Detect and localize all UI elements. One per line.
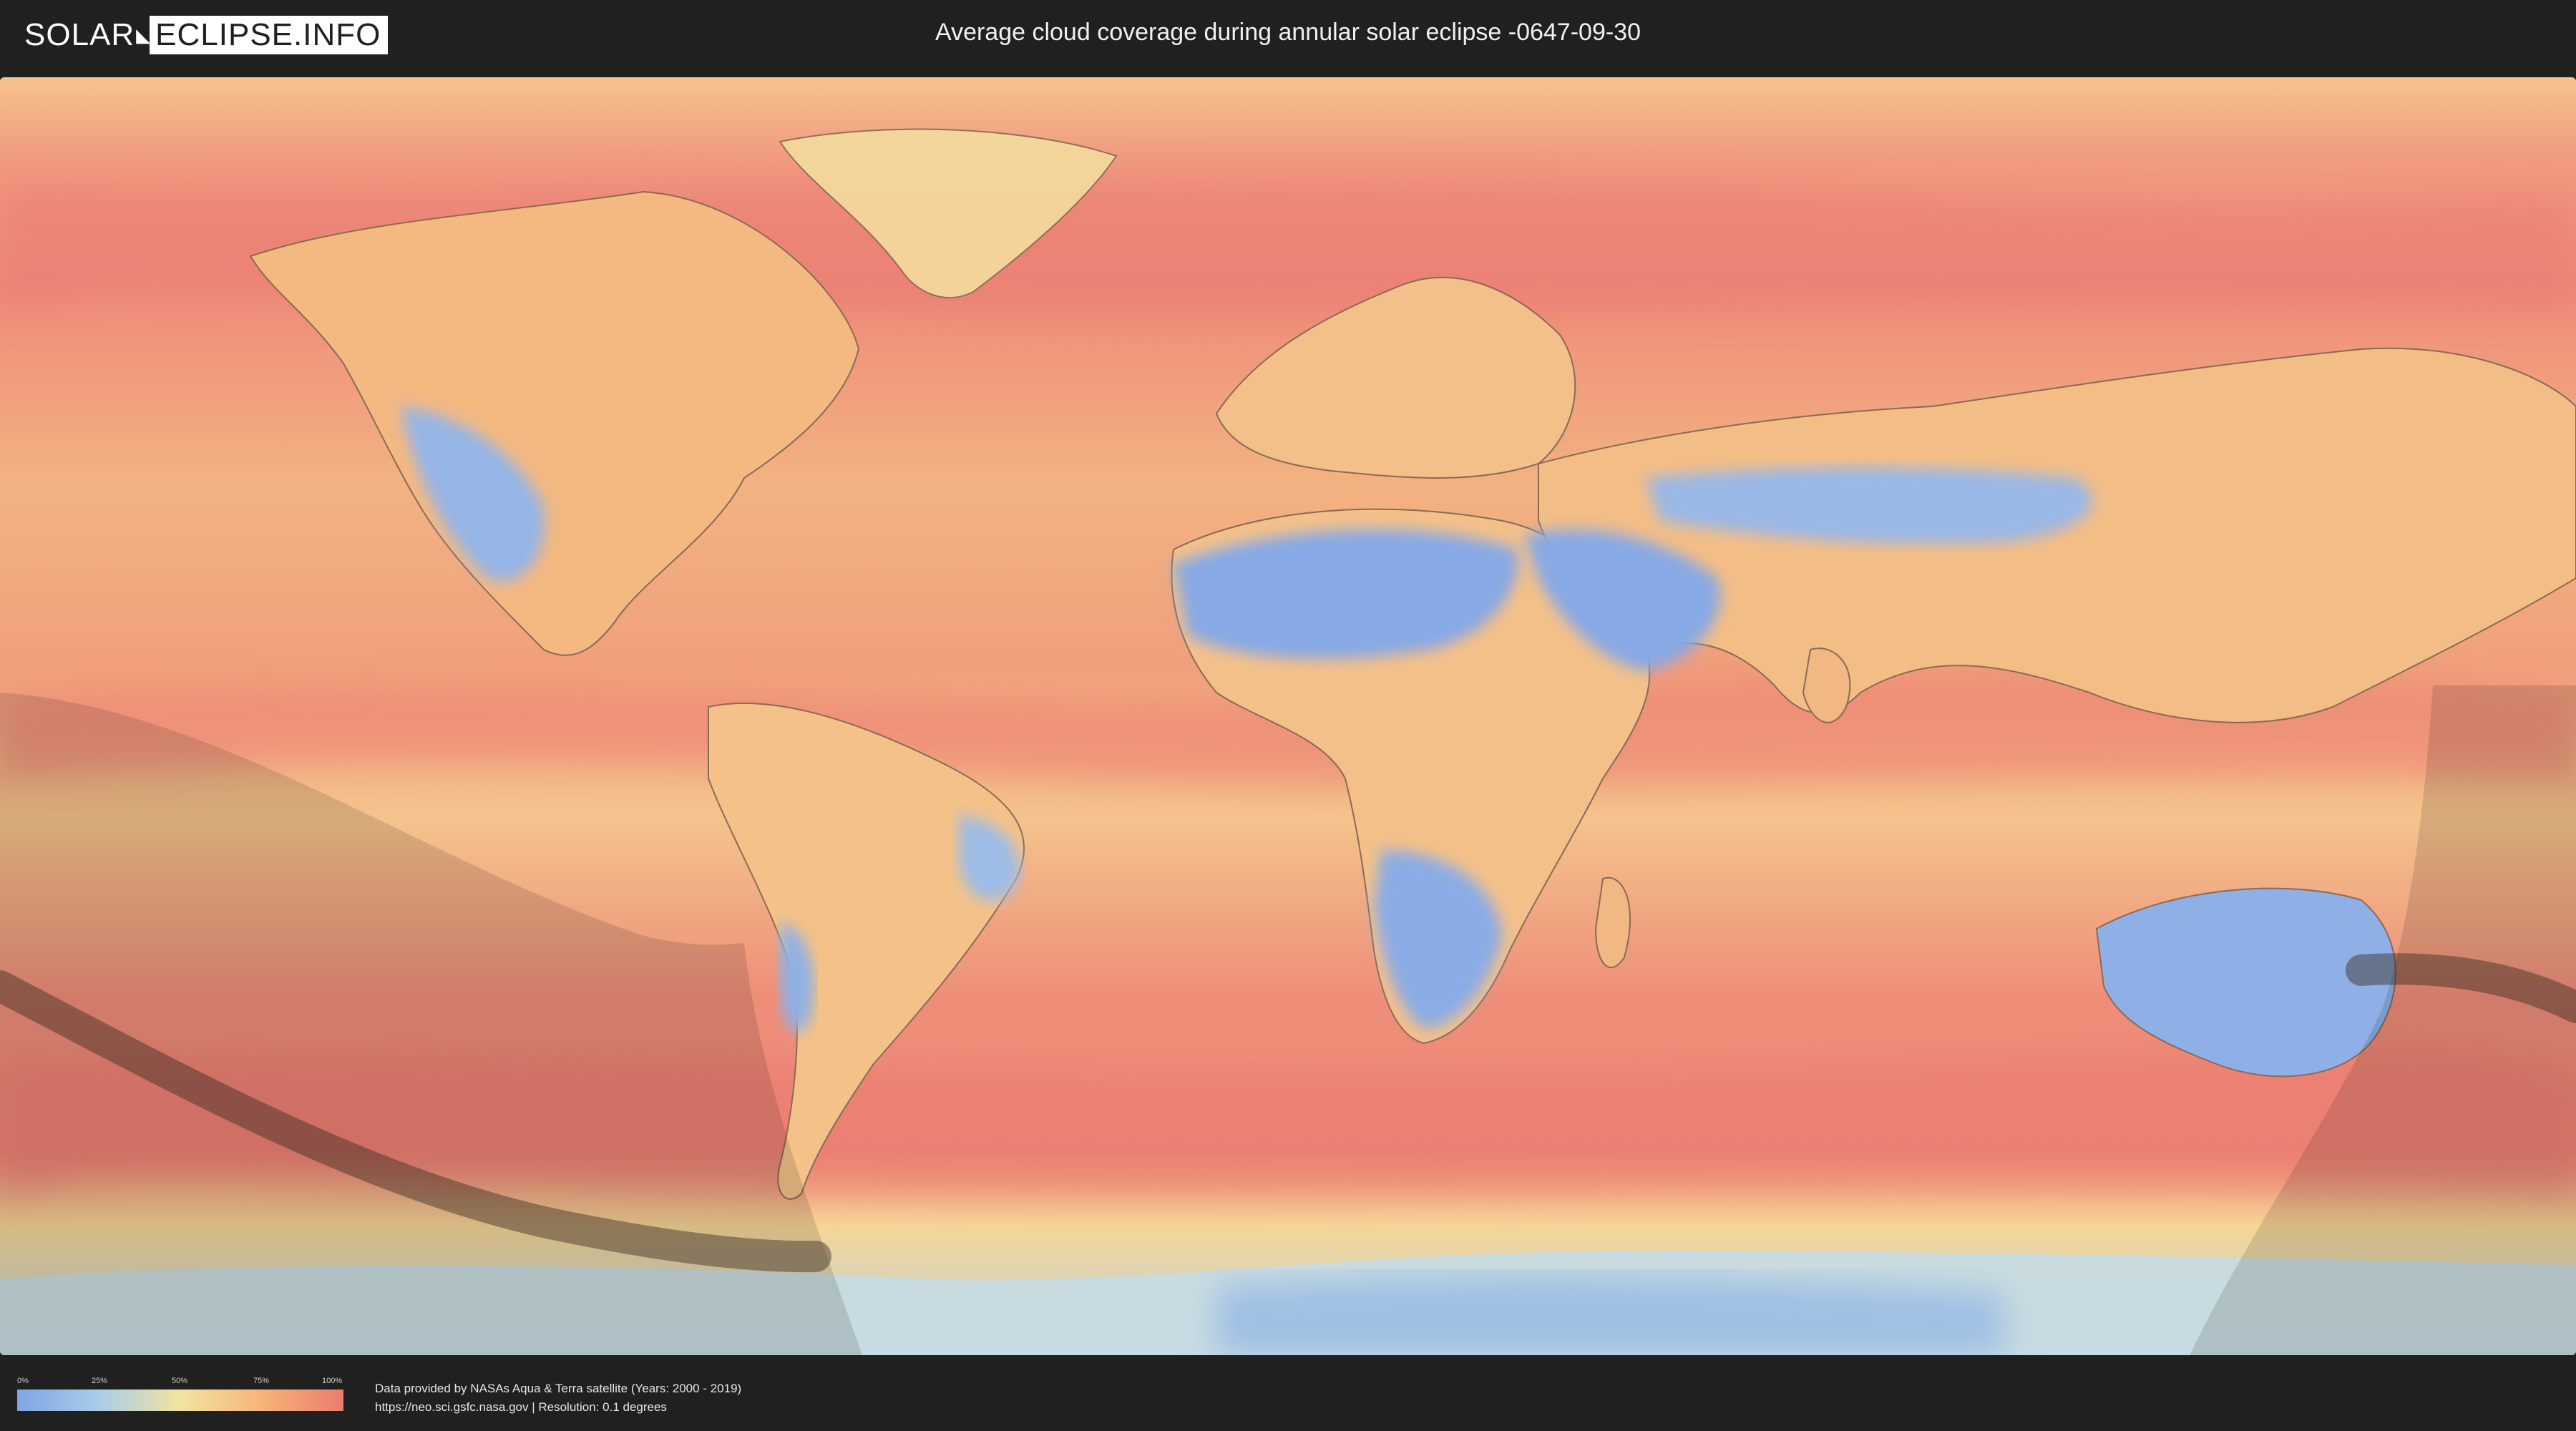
legend-ticks: 0% 25% 50% 75% 100% xyxy=(17,1377,343,1388)
legend-tick-75: 75% xyxy=(253,1377,270,1385)
legend-tick-50: 50% xyxy=(172,1377,188,1385)
map-container xyxy=(0,72,2576,1359)
credit-line-2[interactable]: https://neo.sci.gsfc.nasa.gov | Resoluti… xyxy=(375,1398,741,1417)
data-credit: Data provided by NASAs Aqua & Terra sate… xyxy=(375,1379,741,1417)
legend-tick-25: 25% xyxy=(92,1377,108,1385)
map-svg xyxy=(0,77,2576,1355)
credit-line-1: Data provided by NASAs Aqua & Terra sate… xyxy=(375,1382,742,1395)
madagascar xyxy=(1594,876,1631,968)
header-bar: SOLAR ◣ ECLIPSE.INFO Average cloud cover… xyxy=(0,0,2576,72)
legend-tick-100: 100% xyxy=(322,1377,343,1385)
cloud-coverage-map[interactable] xyxy=(0,77,2576,1355)
antarctica-clear xyxy=(1216,1276,2004,1355)
legend-color-bar xyxy=(17,1390,343,1411)
page-title: Average cloud coverage during annular so… xyxy=(935,19,1641,46)
legend-tick-0: 0% xyxy=(17,1377,29,1385)
footer-bar: 0% 25% 50% 75% 100% Data provided by NAS… xyxy=(0,1359,2576,1431)
